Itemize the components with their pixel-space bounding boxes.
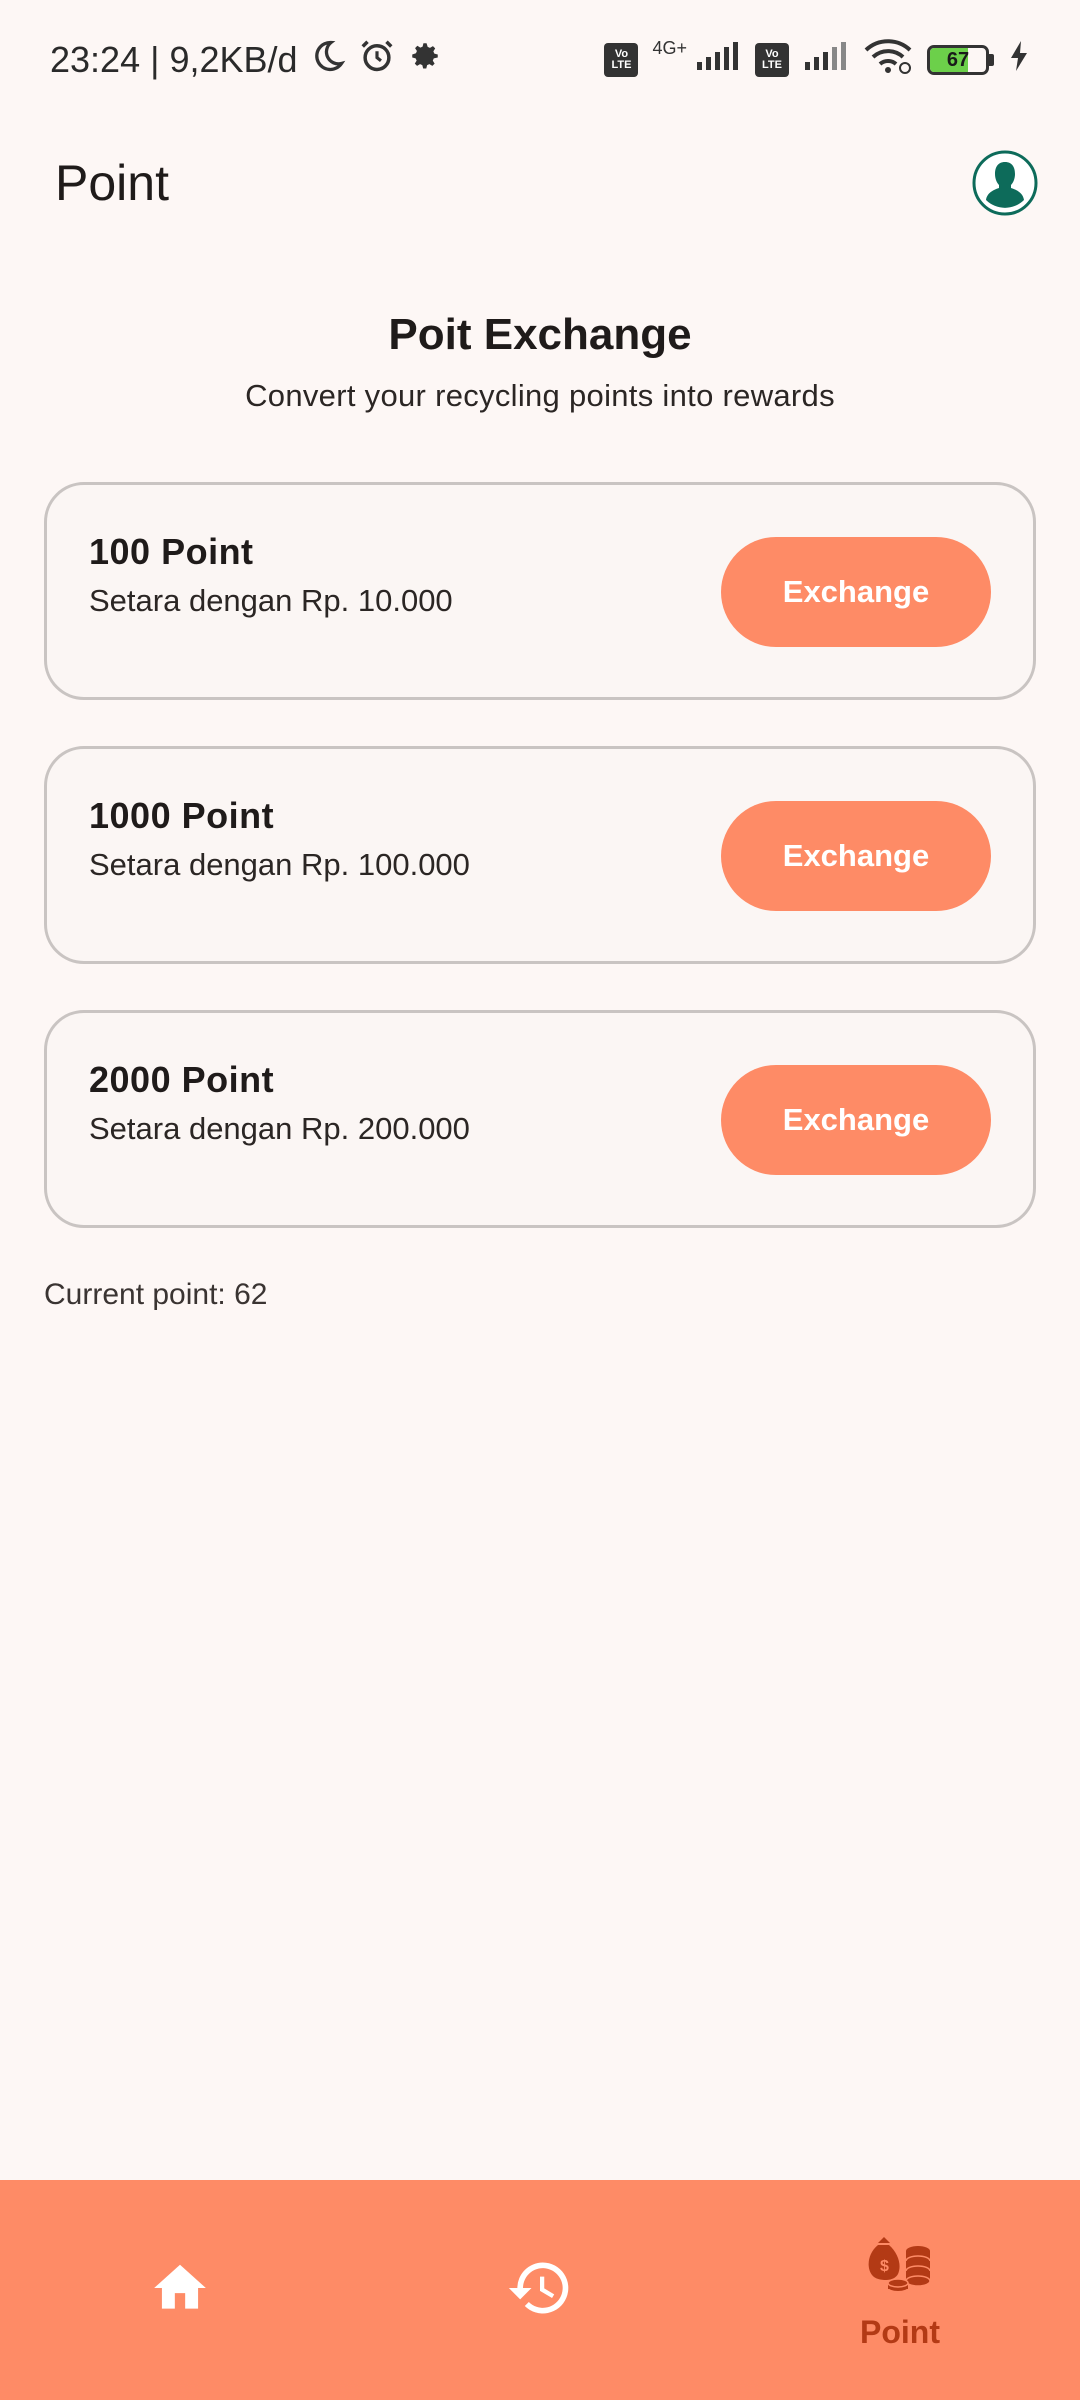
battery-level: 67 [946,48,970,71]
nav-item-history[interactable] [360,2180,720,2400]
history-icon [506,2254,574,2327]
exchange-button-100[interactable]: Exchange [721,537,991,647]
exchange-card-1000: 1000 Point Setara dengan Rp. 100.000 Exc… [44,746,1036,964]
home-icon [149,2257,211,2324]
status-time: 23:24 | 9,2KB/d [50,39,298,80]
card-description: Setara dengan Rp. 200.000 [89,1111,470,1146]
volte-label-bottom-2: LTE [762,59,782,71]
card-title: 2000 Point [89,1059,275,1100]
card-text: 2000 Point Setara dengan Rp. 200.000 [89,1059,470,1147]
exchange-button-1000[interactable]: Exchange [721,801,991,911]
charging-bolt-icon [1008,39,1030,82]
moon-icon [310,38,346,83]
status-bar-right: Vo LTE 4G+ Vo LTE 67 [604,38,1030,83]
card-description: Setara dengan Rp. 10.000 [89,583,453,618]
alarm-icon [358,37,396,84]
gear-icon [408,39,442,82]
card-title: 100 Point [89,531,254,572]
app-title: Point [55,154,169,211]
signal-icon-1 [695,39,741,81]
volte-badge-2: Vo LTE [755,43,789,77]
card-text: 100 Point Setara dengan Rp. 10.000 [89,531,453,619]
user-avatar-icon[interactable] [972,150,1038,216]
page-title: Poit Exchange [388,310,692,359]
exchange-card-2000: 2000 Point Setara dengan Rp. 200.000 Exc… [44,1010,1036,1228]
svg-text:$: $ [880,2258,889,2275]
app-bar: Point [0,120,1080,245]
status-bar-left: 23:24 | 9,2KB/d [50,37,442,84]
signal-icon-2 [803,39,849,81]
battery-body: 67 [927,45,989,75]
card-title: 1000 Point [89,795,275,836]
battery-indicator: 67 [927,45,994,75]
volte-label-bottom: LTE [611,59,632,71]
exchange-card-100: 100 Point Setara dengan Rp. 10.000 Excha… [44,482,1036,700]
bottom-nav: $ Point [0,2180,1080,2400]
volte-badge-1: Vo LTE [604,43,639,77]
card-description: Setara dengan Rp. 100.000 [89,847,470,882]
network-type: 4G+ [652,37,687,58]
exchange-button-2000[interactable]: Exchange [721,1065,991,1175]
exchange-header: Poit Exchange Convert your recycling poi… [0,310,1080,414]
page-subtitle: Convert your recycling points into rewar… [245,378,835,413]
current-point-text: Current point: 62 [44,1278,268,1311]
nav-label-point: Point [860,2314,940,2350]
card-text: 1000 Point Setara dengan Rp. 100.000 [89,795,470,883]
wifi-icon [863,38,913,83]
nav-item-point[interactable]: $ Point [720,2180,1080,2400]
coins-moneybag-icon: $ [862,2229,938,2304]
status-bar: 23:24 | 9,2KB/d Vo LTE 4G+ Vo LTE 67 [0,0,1080,120]
nav-item-home[interactable] [0,2180,360,2400]
battery-tip [989,54,994,66]
